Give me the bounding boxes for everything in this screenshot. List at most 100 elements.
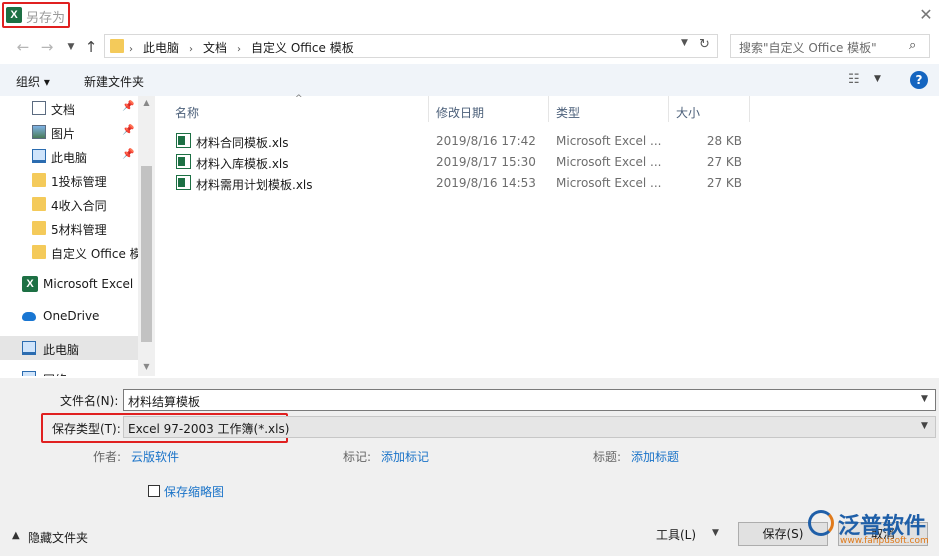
file-size: 27 KB [706, 176, 742, 190]
nav-item-pictures[interactable]: 图片 📌 [0, 120, 138, 144]
folder-icon [32, 245, 46, 259]
tags-value[interactable]: 添加标记 [381, 448, 429, 465]
author-value[interactable]: 云版软件 [131, 448, 179, 465]
tags-label: 标记: [343, 450, 372, 464]
title-label: 标题: [593, 450, 622, 464]
computer-icon [32, 149, 46, 163]
chevron-right-icon: › [237, 44, 242, 55]
filename-input[interactable]: 材料结算模板 ▼ [123, 389, 936, 411]
column-header-type[interactable]: 类型 [556, 104, 580, 121]
picture-icon [32, 125, 46, 139]
folder-icon [110, 39, 124, 53]
excel-icon: X [22, 276, 38, 292]
address-bar[interactable]: › 此电脑 › 文档 › 自定义 Office 模板 ▼ ↻ [104, 34, 718, 58]
help-icon[interactable]: ? [910, 71, 928, 89]
refresh-icon[interactable]: ↻ [699, 37, 710, 52]
column-divider[interactable] [548, 96, 549, 122]
organize-button[interactable]: 组织 ▾ [16, 73, 50, 90]
nav-item-folder-income[interactable]: 4收入合同 [0, 192, 138, 216]
hide-folders-button[interactable]: 隐藏文件夹 [28, 529, 88, 546]
window-title: 另存为 [26, 11, 66, 26]
nav-item-folder-office-templates[interactable]: 自定义 Office 模板 [0, 240, 138, 264]
search-placeholder: 搜索"自定义 Office 模板" [739, 41, 877, 55]
computer-icon [22, 341, 36, 355]
nav-item-label: 图片 [51, 127, 76, 141]
folder-icon [32, 197, 46, 211]
file-name: 材料需用计划模板.xls [196, 178, 313, 192]
nav-item-this-pc[interactable]: 此电脑 [0, 336, 138, 360]
nav-item-label: 此电脑 [51, 151, 88, 165]
filename-value: 材料结算模板 [128, 395, 201, 409]
column-header-name[interactable]: 名称 [175, 104, 199, 121]
folder-icon [32, 173, 46, 187]
nav-item-label: 此电脑 [43, 343, 80, 357]
chevron-down-icon[interactable]: ▼ [921, 421, 928, 431]
file-row[interactable]: 材料入库模板.xls 2019/8/17 15:30 Microsoft Exc… [163, 151, 753, 172]
network-icon [22, 371, 36, 376]
excel-file-icon [176, 175, 191, 190]
pin-icon: 📌 [122, 125, 135, 136]
chevron-down-icon[interactable]: ▼ [874, 74, 881, 84]
chevron-down-icon[interactable]: ▼ [681, 38, 688, 48]
column-header-modified[interactable]: 修改日期 [436, 104, 484, 121]
nav-item-documents[interactable]: 文档 📌 [0, 96, 138, 120]
pin-icon: 📌 [122, 149, 135, 160]
excel-file-icon [176, 154, 191, 169]
breadcrumb-item[interactable]: 自定义 Office 模板 [251, 41, 354, 55]
brand-watermark: 泛普软件 www.fanpusoft.com [806, 504, 939, 556]
file-row[interactable]: 材料合同模板.xls 2019/8/16 17:42 Microsoft Exc… [163, 130, 753, 151]
onedrive-icon [22, 312, 36, 321]
column-header-size[interactable]: 大小 [676, 104, 700, 121]
column-divider[interactable] [428, 96, 429, 122]
author-label: 作者: [93, 450, 122, 464]
view-options-icon[interactable]: ☷ [848, 72, 860, 87]
nav-item-onedrive[interactable]: OneDrive [0, 304, 138, 328]
breadcrumb-item[interactable]: 文档 [203, 41, 227, 55]
forward-button[interactable]: → [38, 38, 56, 56]
back-button[interactable]: ← [14, 38, 32, 56]
breadcrumb: › 此电脑 › 文档 › 自定义 Office 模板 [129, 39, 364, 56]
sort-ascending-icon: ^ [295, 94, 303, 104]
filetype-select[interactable]: Excel 97-2003 工作簿(*.xls) ▼ [123, 416, 936, 438]
column-divider[interactable] [668, 96, 669, 122]
up-button[interactable]: ↑ [82, 38, 100, 56]
new-folder-button[interactable]: 新建文件夹 [84, 73, 144, 90]
scrollbar-thumb[interactable] [141, 166, 152, 342]
nav-scrollbar[interactable]: ▲ ▼ [138, 96, 155, 376]
tools-button[interactable]: 工具(L) [656, 526, 696, 543]
excel-icon: X [6, 7, 22, 23]
file-size: 27 KB [706, 155, 742, 169]
save-thumbnail-checkbox[interactable] [148, 485, 160, 497]
title-value[interactable]: 添加标题 [631, 448, 679, 465]
brand-logo-icon [808, 510, 834, 536]
file-size: 28 KB [706, 134, 742, 148]
nav-item-label: 网络 [43, 371, 67, 376]
nav-item-this-pc-pinned[interactable]: 此电脑 📌 [0, 144, 138, 168]
nav-item-folder-bidding[interactable]: 1投标管理 [0, 168, 138, 192]
save-thumbnail-label[interactable]: 保存缩略图 [164, 483, 224, 500]
file-type: Microsoft Excel ... [556, 155, 662, 169]
close-button[interactable]: ✕ [916, 5, 936, 25]
file-row[interactable]: 材料需用计划模板.xls 2019/8/16 14:53 Microsoft E… [163, 172, 753, 193]
scroll-up-icon[interactable]: ▲ [138, 98, 155, 107]
document-icon [32, 101, 46, 115]
nav-item-label: 1投标管理 [51, 175, 107, 189]
nav-item-label: 文档 [51, 103, 76, 117]
chevron-down-icon[interactable]: ▼ [921, 394, 928, 404]
filename-label: 文件名(N): [60, 394, 119, 408]
column-divider[interactable] [749, 96, 750, 122]
search-icon[interactable]: ⌕ [909, 38, 916, 53]
nav-item-microsoft-excel[interactable]: X Microsoft Excel [0, 272, 138, 296]
nav-item-network[interactable]: 网络 [0, 366, 138, 376]
breadcrumb-item[interactable]: 此电脑 [143, 41, 179, 55]
file-modified: 2019/8/16 17:42 [436, 134, 536, 148]
nav-item-label: Microsoft Excel [43, 277, 134, 291]
search-input[interactable]: 搜索"自定义 Office 模板" ⌕ [730, 34, 930, 58]
scroll-down-icon[interactable]: ▼ [138, 362, 155, 371]
chevron-down-icon[interactable]: ▼ [712, 528, 719, 538]
nav-item-folder-materials[interactable]: 5材料管理 [0, 216, 138, 240]
file-modified: 2019/8/16 14:53 [436, 176, 536, 190]
filetype-value: Excel 97-2003 工作簿(*.xls) [128, 422, 290, 436]
recent-locations-button[interactable]: ▼ [62, 38, 80, 56]
chevron-up-icon[interactable]: ▲ [12, 530, 20, 541]
